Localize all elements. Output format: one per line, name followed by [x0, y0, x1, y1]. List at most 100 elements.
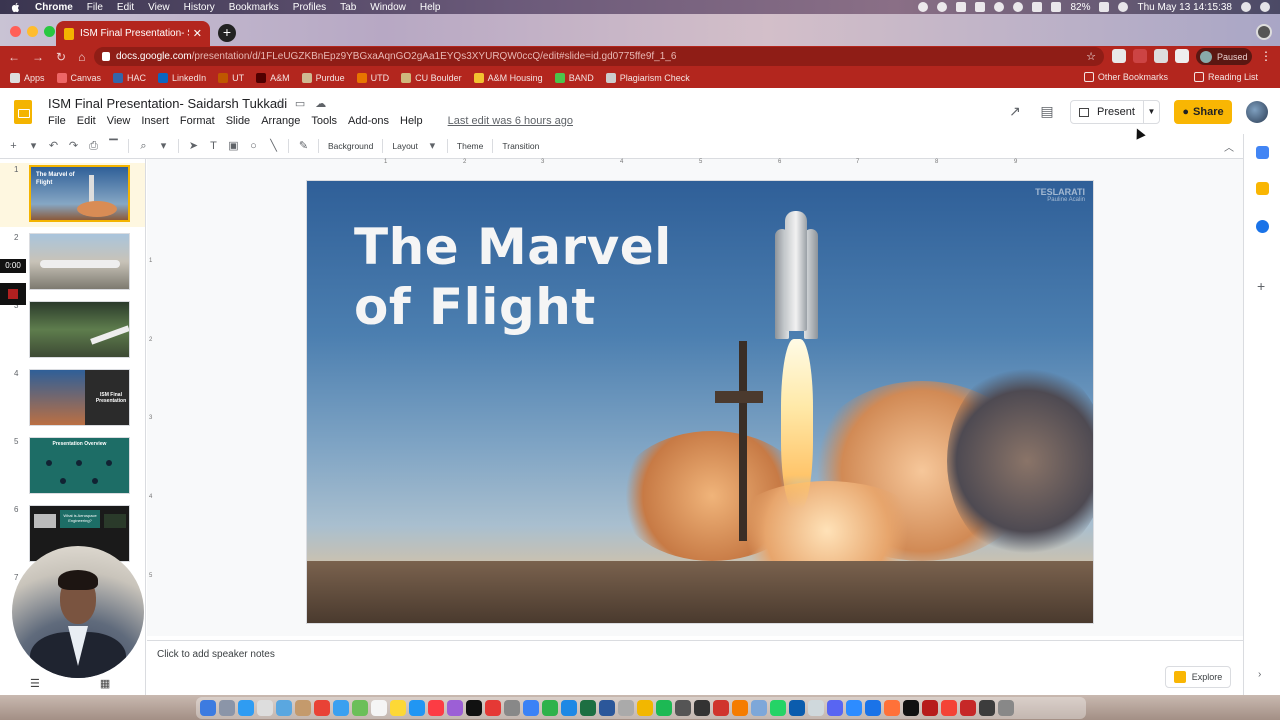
line-icon[interactable]: ╲	[268, 140, 279, 152]
transition-button[interactable]: Transition	[502, 141, 539, 151]
zoom-icon[interactable]	[846, 700, 862, 716]
sonos-icon[interactable]	[694, 700, 710, 716]
status-gear-icon[interactable]	[918, 2, 929, 12]
select-pointer-icon[interactable]: ➤	[188, 140, 199, 152]
menu-chrome[interactable]: Chrome	[35, 2, 73, 13]
present-button[interactable]: Present ▼	[1070, 100, 1160, 124]
extension-ublock-icon[interactable]	[1133, 49, 1147, 63]
text-box-icon[interactable]: T	[208, 140, 219, 152]
keep-icon[interactable]	[1256, 182, 1269, 195]
box-icon[interactable]	[751, 700, 767, 716]
print-icon[interactable]: ⎙	[88, 140, 99, 152]
undo-icon[interactable]: ↶	[48, 140, 59, 152]
bookmark-cu-boulder[interactable]: CU Boulder	[401, 73, 462, 83]
star-icon[interactable]: ☆	[275, 97, 285, 110]
back-arrow-icon[interactable]: ←	[8, 50, 20, 64]
slide-thumbnail-3[interactable]	[29, 301, 130, 358]
image-icon[interactable]: ▣	[228, 140, 239, 152]
calendar-icon[interactable]	[1256, 146, 1269, 159]
volume-icon[interactable]	[1051, 2, 1062, 12]
pdf-icon[interactable]	[941, 700, 957, 716]
bookmark-star-icon[interactable]: ☆	[1086, 50, 1096, 63]
slide-thumbnail-1[interactable]: The Marvel of Flight	[29, 165, 130, 222]
status-record-icon[interactable]	[956, 2, 967, 12]
comments-icon[interactable]: ▤	[1038, 103, 1056, 121]
discord-icon[interactable]	[827, 700, 843, 716]
ruler-app-icon[interactable]	[922, 700, 938, 716]
spotify-icon[interactable]	[656, 700, 672, 716]
maps-icon[interactable]	[352, 700, 368, 716]
menu-window[interactable]: Window	[370, 2, 406, 13]
new-slide-icon[interactable]: +	[8, 140, 19, 152]
tiktok-icon[interactable]	[903, 700, 919, 716]
minimize-window-button[interactable]	[27, 26, 38, 37]
menu-slide[interactable]: Slide	[226, 115, 250, 127]
tv-icon[interactable]	[466, 700, 482, 716]
settings-icon[interactable]	[504, 700, 520, 716]
g-icon[interactable]	[979, 700, 995, 716]
reload-icon[interactable]: ↻	[56, 50, 66, 64]
home-icon[interactable]: ⌂	[78, 50, 85, 64]
time-machine-icon[interactable]	[994, 2, 1005, 12]
new-tab-button[interactable]: +	[218, 24, 236, 42]
help-icon[interactable]	[523, 700, 539, 716]
current-slide[interactable]: TESLARATI Pauline Acalin The Marvel of F…	[306, 180, 1094, 624]
news-icon[interactable]	[485, 700, 501, 716]
firefox-icon[interactable]	[884, 700, 900, 716]
menu-insert[interactable]: Insert	[141, 115, 169, 127]
bookmark-linkedin[interactable]: LinkedIn	[158, 73, 206, 83]
activity-trend-icon[interactable]: ↗	[1006, 103, 1024, 121]
forward-arrow-icon[interactable]: →	[32, 50, 44, 64]
bookmark-am-housing[interactable]: A&M Housing	[473, 73, 543, 83]
shape-icon[interactable]: ○	[248, 140, 259, 152]
notes-icon[interactable]	[295, 700, 311, 716]
slide-title-textbox[interactable]: The Marvel of Flight	[354, 217, 672, 337]
bookmark-canvas[interactable]: Canvas	[56, 73, 101, 83]
share-button[interactable]: ● Share	[1174, 100, 1232, 124]
menu-view[interactable]: View	[107, 115, 131, 127]
sticky-icon[interactable]	[637, 700, 653, 716]
word-icon[interactable]	[599, 700, 615, 716]
menu-edit[interactable]: Edit	[117, 2, 134, 13]
account-avatar[interactable]	[1246, 101, 1268, 123]
close-tab-icon[interactable]: ✕	[193, 27, 202, 40]
comment-add-icon[interactable]: ✎	[298, 140, 309, 152]
menu-bookmarks[interactable]: Bookmarks	[229, 2, 279, 13]
reading-list[interactable]: Reading List	[1193, 72, 1258, 82]
bookmark-purdue[interactable]: Purdue	[301, 73, 345, 83]
cloud-saved-icon[interactable]: ☁	[315, 97, 326, 110]
powerpoint-icon[interactable]	[732, 700, 748, 716]
preview-icon[interactable]	[276, 700, 292, 716]
layout-button[interactable]: Layout	[392, 141, 418, 151]
menu-tab[interactable]: Tab	[340, 2, 356, 13]
browser-tab-active[interactable]: ISM Final Presentation- Saidarsh ✕	[56, 21, 210, 46]
trash-icon[interactable]	[998, 700, 1014, 716]
slide-thumbnail-5[interactable]: Presentation Overview	[29, 437, 130, 494]
lock-icon[interactable]	[102, 52, 110, 61]
last-edit-link[interactable]: Last edit was 6 hours ago	[448, 115, 573, 127]
bookmark-band[interactable]: BAND	[554, 73, 594, 83]
address-bar[interactable]: docs.google.com/presentation/d/1FLeUGZKB…	[94, 47, 1104, 66]
whatsapp-icon[interactable]	[770, 700, 786, 716]
music-icon[interactable]	[428, 700, 444, 716]
menu-view[interactable]: View	[148, 2, 170, 13]
keynote-icon[interactable]	[561, 700, 577, 716]
paint-format-icon[interactable]: ▔	[108, 140, 119, 152]
bookmark-ut[interactable]: UT	[218, 73, 244, 83]
other-bookmarks[interactable]: Other Bookmarks	[1083, 72, 1168, 82]
excel-icon[interactable]	[580, 700, 596, 716]
extensions-puzzle-icon[interactable]	[1175, 49, 1189, 63]
slide-thumbnail-4[interactable]: ISM Final Presentation	[29, 369, 130, 426]
extension-s-icon[interactable]	[1112, 49, 1126, 63]
menu-tools[interactable]: Tools	[311, 115, 337, 127]
menu-edit[interactable]: Edit	[77, 115, 96, 127]
apple-icon[interactable]	[10, 2, 21, 13]
numbers-icon[interactable]	[542, 700, 558, 716]
grid-view-icon[interactable]: ▦	[100, 677, 110, 690]
slides-logo-icon[interactable]	[14, 100, 32, 124]
clock[interactable]: Thu May 13 14:15:38	[1137, 2, 1232, 13]
messenger-icon[interactable]	[865, 700, 881, 716]
edge-icon[interactable]	[789, 700, 805, 716]
present-dropdown-icon[interactable]: ▼	[1143, 101, 1159, 123]
spotlight-icon[interactable]	[1241, 2, 1251, 12]
